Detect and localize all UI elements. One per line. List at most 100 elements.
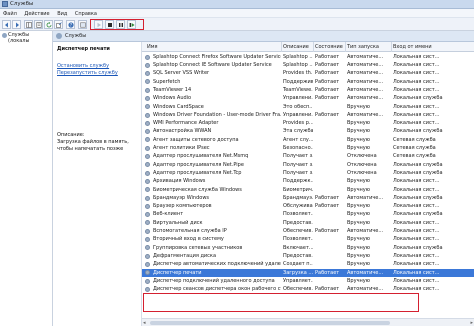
table-row[interactable]: Superfetch Поддержив...Работает Автоматиче… bbox=[142, 78, 474, 86]
forward-button[interactable] bbox=[12, 20, 21, 29]
refresh-button[interactable] bbox=[44, 20, 53, 29]
restart-service-link[interactable]: Перезапустить службу bbox=[57, 70, 118, 76]
column-header-logon[interactable]: Вход от имени bbox=[393, 44, 432, 50]
scroll-right-icon[interactable]: ▸ bbox=[470, 320, 473, 326]
menu-help[interactable]: Справка bbox=[72, 9, 100, 17]
column-separator[interactable] bbox=[313, 42, 314, 52]
service-startup-cell: Вручную bbox=[347, 277, 370, 284]
table-row[interactable]: Диспетчер автоматических подключений уда… bbox=[142, 260, 474, 268]
column-header-name[interactable]: Имя bbox=[147, 44, 158, 50]
table-row[interactable]: WMI Performance Adapter Provides p... Вруч… bbox=[142, 119, 474, 127]
horizontal-scrollbar[interactable]: ◂ ▸ bbox=[142, 318, 474, 326]
table-row[interactable]: Веб-клиент Позволяет... Вручную Локальная с… bbox=[142, 211, 474, 219]
table-row[interactable]: Диспетчер подключений удаленного доступа… bbox=[142, 277, 474, 285]
table-row[interactable]: Дефрагментация диска Предостав... Вручную Л… bbox=[142, 252, 474, 260]
scrollbar-thumb[interactable] bbox=[150, 320, 390, 325]
service-logon-cell: Локальная сист... bbox=[393, 178, 440, 185]
service-gear-icon bbox=[145, 261, 150, 267]
table-row[interactable]: Автонастройка WWAN Эта служба... Вручную Ло… bbox=[142, 128, 474, 136]
service-startup-cell: Автоматиче... bbox=[347, 78, 384, 85]
column-separator[interactable] bbox=[391, 42, 392, 52]
export-icon bbox=[56, 22, 62, 28]
service-logon-cell: Локальная служба bbox=[393, 211, 443, 218]
table-row[interactable]: Windows Audio Управлени... Работает Автомат… bbox=[142, 94, 474, 102]
service-description-cell: Управляет... bbox=[283, 277, 313, 284]
table-row[interactable]: Splashtop Connect IE Software Updater Se… bbox=[142, 61, 474, 69]
service-logon-cell: Локальная сист... bbox=[393, 53, 440, 60]
tree-item-label: Службы (локалы bbox=[8, 32, 30, 44]
service-startup-cell: Автоматиче... bbox=[347, 53, 384, 60]
help-button[interactable]: ? bbox=[66, 20, 75, 29]
table-row[interactable]: Splashtop Connect Firefox Software Updat… bbox=[142, 53, 474, 61]
service-name-cell: WMI Performance Adapter bbox=[153, 120, 219, 127]
service-gear-icon bbox=[145, 137, 150, 143]
back-button[interactable] bbox=[2, 20, 11, 29]
table-row[interactable]: Биометрическая служба Windows Биометрич..… bbox=[142, 186, 474, 194]
service-logon-cell: Локальная служба bbox=[393, 128, 443, 135]
column-separator[interactable] bbox=[345, 42, 346, 52]
export-button[interactable] bbox=[54, 20, 63, 29]
service-state-cell: Работает bbox=[315, 228, 340, 235]
table-row[interactable]: Диспетчер печати Загрузка ... Работает Авто… bbox=[142, 268, 474, 278]
service-startup-cell: Автоматиче... bbox=[347, 86, 384, 93]
description-label: Описание: bbox=[57, 132, 85, 138]
services-app-icon bbox=[2, 1, 8, 7]
show-tree-button[interactable] bbox=[24, 20, 33, 29]
menu-view[interactable]: Вид bbox=[54, 9, 70, 17]
service-gear-icon bbox=[145, 220, 150, 226]
service-logon-cell: Локальная сист... bbox=[393, 186, 440, 193]
table-row[interactable]: Агент защиты сетевого доступа Агент слу..… bbox=[142, 136, 474, 144]
table-row[interactable]: Вторичный вход в систему Позволяет... Вруч… bbox=[142, 236, 474, 244]
service-startup-cell: Автоматиче... bbox=[347, 111, 384, 118]
service-logon-cell: Локальная сист... bbox=[393, 120, 440, 127]
service-name-cell: Агент защиты сетевого доступа bbox=[153, 136, 239, 143]
service-gear-icon bbox=[145, 162, 150, 168]
table-row[interactable]: Брандмауэр Windows Брандмауэ...Работает Ав… bbox=[142, 194, 474, 202]
tree-item-services-local[interactable]: Службы (локалы bbox=[2, 32, 52, 44]
column-separator[interactable] bbox=[281, 42, 282, 52]
table-header: Имя Описание Состояние Тип запуска Вход … bbox=[142, 42, 474, 52]
service-logon-cell: Локальная служба bbox=[393, 161, 443, 168]
column-header-state[interactable]: Состояние bbox=[315, 44, 343, 50]
table-row[interactable]: Windows CardSpace Это обесп... Вручную Лока… bbox=[142, 103, 474, 111]
column-header-startup[interactable]: Тип запуска bbox=[347, 44, 379, 50]
menu-action[interactable]: Действие bbox=[21, 9, 52, 17]
scroll-left-icon[interactable]: ◂ bbox=[143, 320, 146, 326]
table-row[interactable]: Браузер компьютеров Обслужива...Работает В… bbox=[142, 202, 474, 210]
service-name-cell: Диспетчер автоматических подключений уда… bbox=[153, 261, 281, 268]
table-row[interactable]: Вспомогательная служба IP Обеспечив... Раб… bbox=[142, 227, 474, 235]
service-startup-cell: Автоматиче... bbox=[347, 286, 384, 293]
console-button[interactable] bbox=[78, 20, 87, 29]
table-row[interactable]: Диспетчер сеансов диспетчера окон рабоче… bbox=[142, 285, 474, 293]
table-row[interactable]: Агент политики IPsec Безопасно... Вручную С… bbox=[142, 144, 474, 152]
table-row[interactable]: Адаптер прослушивателя Net.Pipe Получает … bbox=[142, 161, 474, 169]
service-state-cell: Работает bbox=[315, 53, 340, 60]
stop-service-link[interactable]: Остановить службу bbox=[57, 63, 109, 69]
service-description-cell: Создает п... bbox=[283, 261, 313, 268]
service-logon-cell: Локальная служба bbox=[393, 169, 443, 176]
menu-file[interactable]: Файл bbox=[0, 9, 20, 17]
show-tree-icon bbox=[26, 22, 32, 28]
service-gear-icon bbox=[145, 253, 150, 259]
table-row[interactable]: SQL Server VSS Writer Provides th... Работ… bbox=[142, 70, 474, 78]
table-row[interactable]: Адаптер прослушивателя Net.Tcp Получает з… bbox=[142, 169, 474, 177]
column-header-description[interactable]: Описание bbox=[283, 44, 309, 50]
forward-icon bbox=[16, 22, 19, 28]
service-description-cell: Поддержк... bbox=[283, 178, 313, 185]
table-row[interactable]: TeamViewer 14 TeamViewe... Работает Автомат… bbox=[142, 86, 474, 94]
properties-button[interactable] bbox=[34, 20, 43, 29]
service-startup-cell: Вручную bbox=[347, 236, 370, 243]
service-logon-cell: Локальная служба bbox=[393, 95, 443, 102]
table-row[interactable]: Архивация Windows Поддержк... Вручную Локал… bbox=[142, 177, 474, 185]
table-row[interactable]: Группировка сетевых участников Включает..… bbox=[142, 244, 474, 252]
table-row[interactable]: Адаптер прослушивателя Net.Msmq Получает … bbox=[142, 153, 474, 161]
service-name-cell: Windows CardSpace bbox=[153, 103, 204, 110]
table-row[interactable]: Виртуальный диск Предостав... Вручную Локал… bbox=[142, 219, 474, 227]
service-state-cell: Работает bbox=[315, 78, 340, 85]
service-description-cell: Обеспечив... bbox=[283, 286, 313, 293]
service-description-cell: TeamViewe... bbox=[283, 86, 313, 93]
services-table: Имя Описание Состояние Тип запуска Вход … bbox=[142, 42, 474, 318]
menu-bar: Файл Действие Вид Справка bbox=[0, 9, 474, 18]
table-row[interactable]: Windows Driver Foundation - User-mode Dr… bbox=[142, 111, 474, 119]
service-name-cell: Агент политики IPsec bbox=[153, 145, 210, 152]
